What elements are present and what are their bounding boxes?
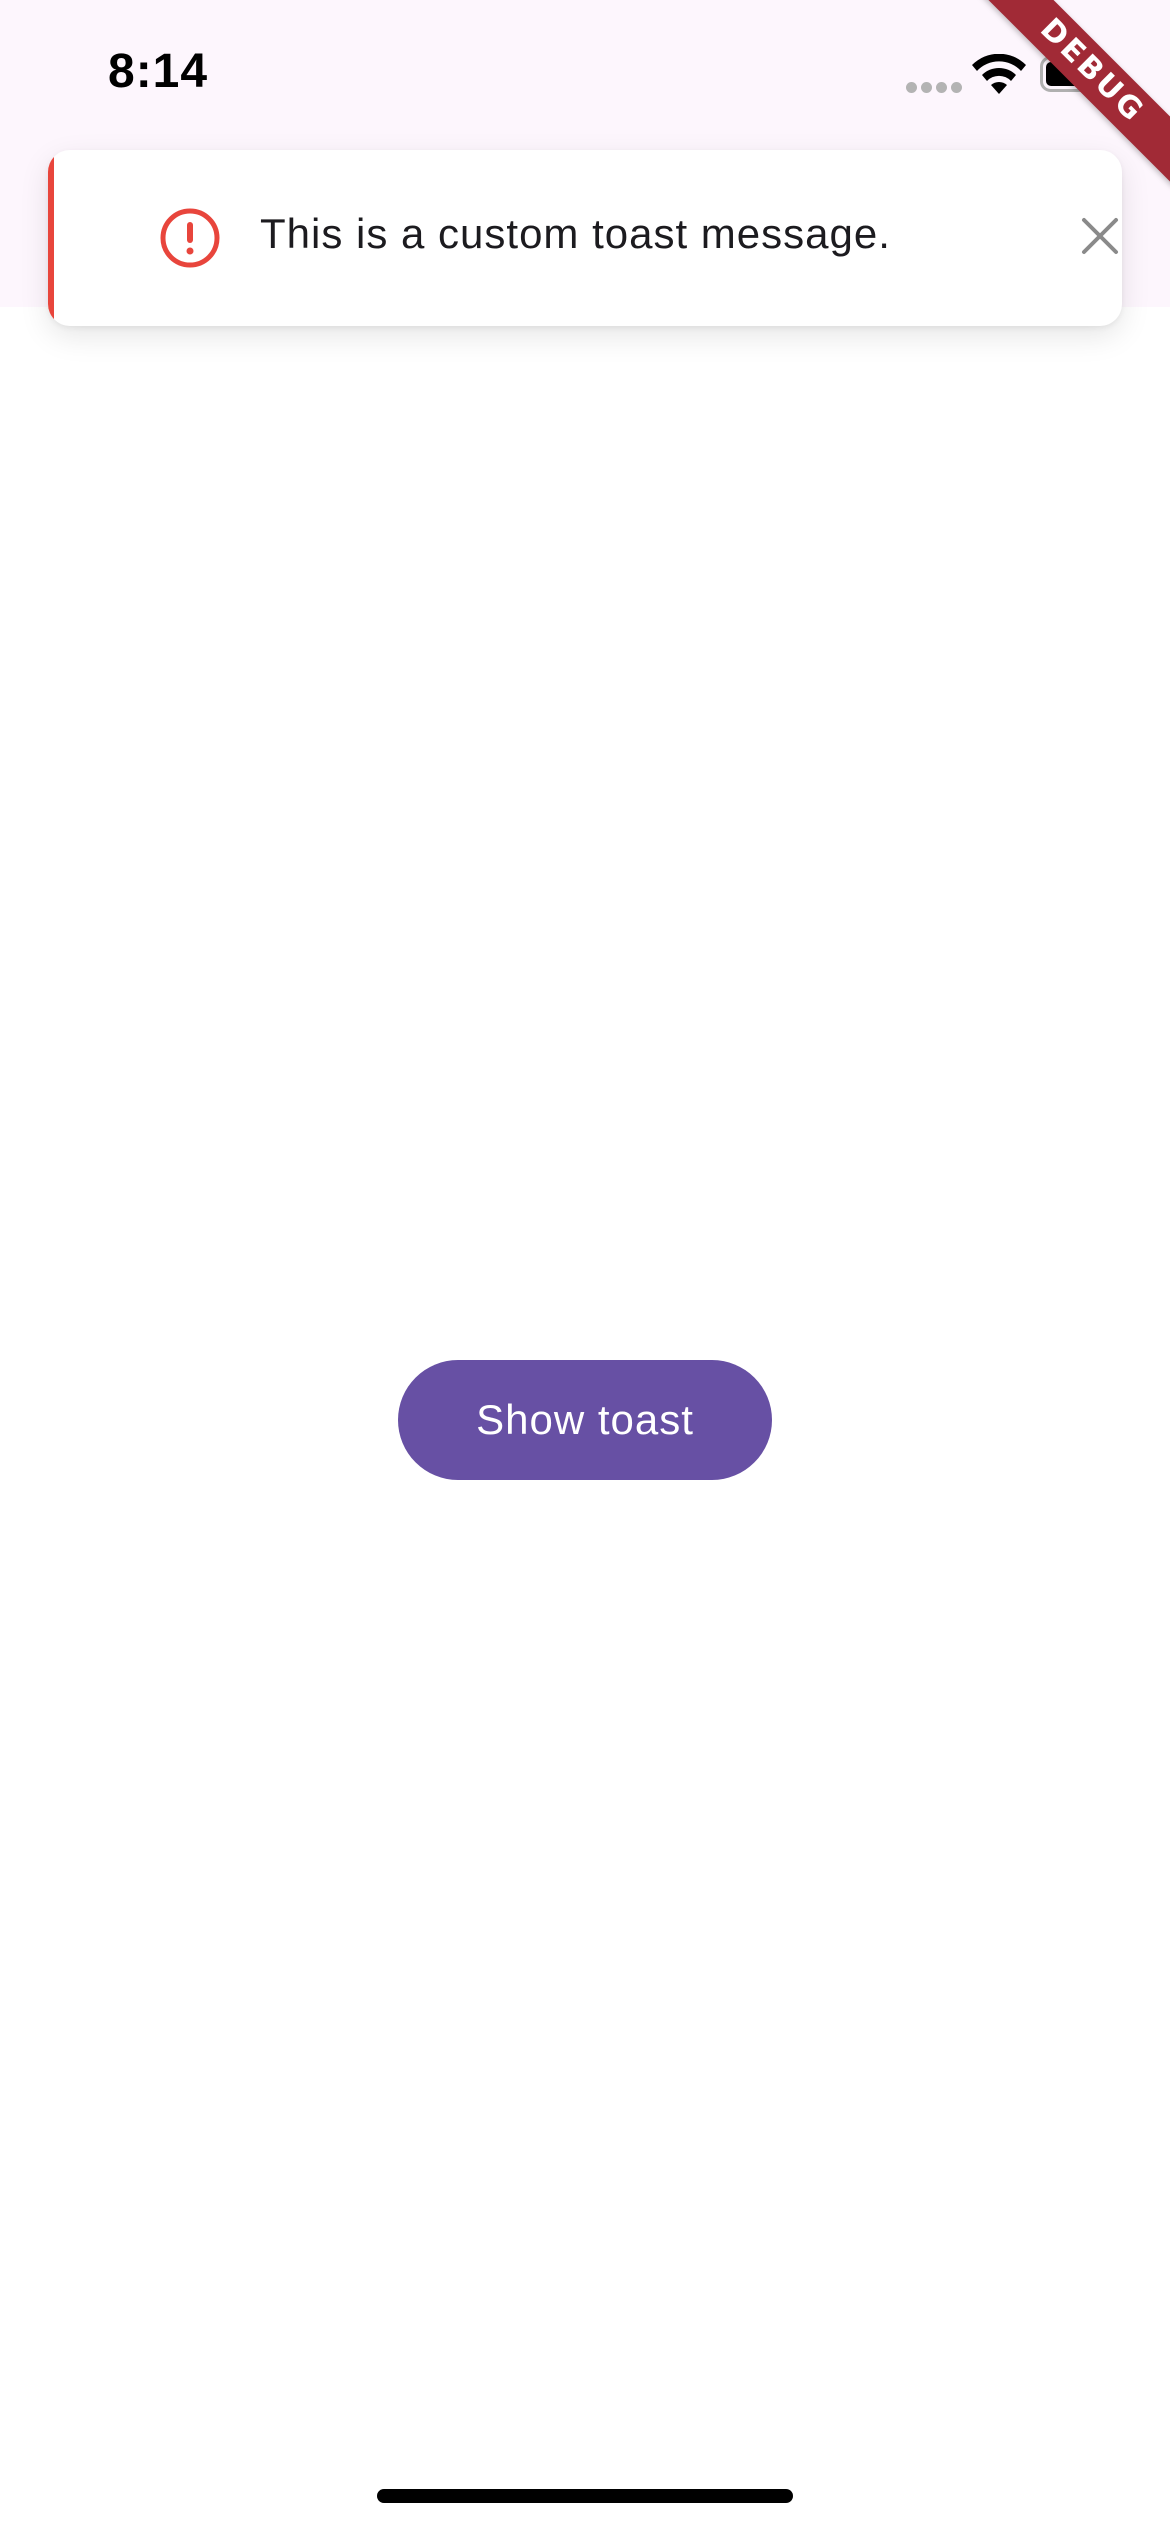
wifi-icon bbox=[972, 54, 1026, 94]
status-bar: 8:14 bbox=[0, 0, 1170, 150]
home-indicator[interactable] bbox=[377, 2489, 793, 2503]
toast-accent-bar bbox=[48, 150, 54, 326]
toast-notification: This is a custom toast message. bbox=[48, 150, 1122, 326]
status-time: 8:14 bbox=[108, 45, 209, 98]
error-circle-icon bbox=[160, 208, 220, 268]
toast-message: This is a custom toast message. bbox=[260, 210, 891, 257]
close-icon[interactable] bbox=[1072, 208, 1122, 264]
signal-icon bbox=[906, 82, 962, 94]
show-toast-button[interactable]: Show toast bbox=[398, 1360, 772, 1480]
